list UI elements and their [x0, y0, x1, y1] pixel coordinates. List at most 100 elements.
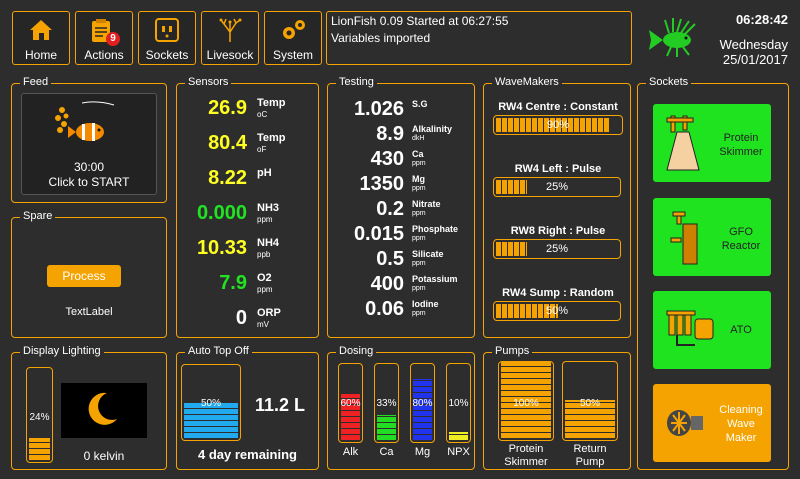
sensors-panel: Sensors 26.9 Temp oC 80.4 Temp oF 8.22 pH 0.000 N…: [176, 76, 319, 338]
socket-icon: [155, 18, 179, 42]
wavemaker-bar[interactable]: 25%: [493, 177, 621, 197]
sensor-unit: oC: [257, 110, 268, 119]
sensor-value: 8.22: [208, 167, 247, 189]
nav-sockets-label: Sockets: [145, 48, 189, 62]
dosing-bar-fill: [377, 414, 396, 440]
moon-tile: [61, 383, 147, 438]
pump-label: Return: [573, 443, 607, 455]
socket-gfo-reactor-button[interactable]: GFO Reactor: [653, 198, 771, 276]
test-value: 430: [370, 148, 404, 170]
feed-panel: Feed 30:00 Click to START: [11, 76, 167, 203]
sensor-unit: ppb: [257, 250, 271, 259]
wavemaker-label: RW4 Centre : Constant: [498, 101, 618, 113]
nav-sockets-button[interactable]: Sockets: [138, 11, 196, 65]
coral-icon: [219, 18, 242, 42]
wavemaker-bar-text: 25%: [545, 243, 569, 255]
clock-time: 06:28:42: [735, 12, 788, 27]
sockets-title: Sockets: [646, 76, 692, 88]
wavemaker-label: RW8 Right : Pulse: [510, 225, 606, 237]
nav-home-button[interactable]: Home: [12, 11, 70, 65]
test-name: Iodine: [412, 299, 439, 309]
test-name: Nitrate: [412, 199, 441, 209]
test-name: Mg: [412, 174, 425, 184]
wavemaker-bar-text: 25%: [545, 181, 569, 193]
nav-home-label: Home: [24, 48, 57, 62]
lighting-level-text: 24%: [29, 412, 50, 423]
wavemaker-bar[interactable]: 50%: [493, 301, 621, 321]
socket-label: Skimmer: [719, 146, 763, 158]
sensor-value: 7.9: [219, 272, 247, 294]
feed-action-label: Click to START: [48, 175, 130, 189]
sensors-title: Sensors: [185, 76, 232, 88]
dosing-label: Mg: [414, 446, 431, 458]
socket-label: Reactor: [721, 240, 761, 252]
test-name: Ca: [412, 149, 424, 159]
ato-icon: [666, 310, 714, 346]
nav-system-button[interactable]: System: [264, 11, 322, 65]
sensor-name: ORP: [257, 307, 281, 319]
socket-ato-button[interactable]: ATO: [653, 291, 771, 369]
sensor-name: Temp: [257, 132, 286, 144]
test-value: 0.2: [376, 198, 404, 220]
socket-label: GFO: [729, 226, 753, 238]
spare-text-label: TextLabel: [65, 306, 113, 318]
wavemaker-icon: [667, 410, 703, 436]
dosing-bar: 80%: [410, 363, 435, 443]
nav-livesock-button[interactable]: Livesock: [201, 11, 259, 65]
lighting-level-fill: [29, 438, 50, 460]
wavemaker-bar-text: 90%: [546, 119, 570, 131]
test-value: 0.06: [365, 298, 404, 320]
pump-bar-text: 100%: [513, 398, 539, 409]
sensor-value: 80.4: [208, 132, 247, 154]
feed-start-button[interactable]: 30:00 Click to START: [21, 93, 157, 195]
socket-label: Maker: [725, 432, 757, 444]
dosing-bar-text: 80%: [412, 398, 433, 409]
wavemakers-title: WaveMakers: [492, 76, 562, 88]
spare-title: Spare: [20, 210, 56, 222]
wavemaker-bar-text: 50%: [545, 305, 569, 317]
ato-level-bar: 50%: [181, 364, 241, 441]
reactor-icon: [670, 211, 698, 265]
log-line: Variables imported: [331, 31, 431, 45]
test-unit: ppm: [412, 285, 426, 292]
pumps-title: Pumps: [492, 345, 533, 357]
pump-label: Protein: [508, 443, 544, 455]
dosing-panel: Dosing 60% Alk 33% Ca 80% Mg 10% NPX: [327, 345, 475, 470]
sensor-value: 0: [235, 307, 247, 329]
sensor-unit: ppm: [257, 285, 273, 294]
socket-label: Wave: [727, 418, 755, 430]
test-value: 1350: [359, 173, 405, 195]
testing-panel: Testing 1.026 S.G 8.9 Alkalinity dkH 430 Ca ppm…: [327, 76, 475, 338]
log-line: LionFish 0.09 Started at 06:27:55: [331, 14, 509, 28]
dosing-bar: 33%: [374, 363, 399, 443]
test-unit: ppm: [412, 260, 426, 267]
socket-protein-skimmer-button[interactable]: Protein Skimmer: [653, 104, 771, 182]
home-icon: [30, 20, 52, 40]
sensor-unit: mV: [257, 320, 269, 329]
wavemaker-bar[interactable]: 25%: [493, 239, 621, 259]
socket-cleaning-wavemaker-button[interactable]: Cleaning Wave Maker: [653, 384, 771, 462]
sensor-name: NH4: [257, 237, 280, 249]
spare-panel: Spare Process TextLabel: [11, 210, 167, 338]
sensor-name: Temp: [257, 97, 286, 109]
dosing-bar: 60%: [338, 363, 363, 443]
test-name: Silicate: [412, 249, 444, 259]
test-unit: ppm: [412, 235, 426, 242]
nav-actions-button[interactable]: 9 Actions: [75, 11, 133, 65]
wavemaker-bar[interactable]: 90%: [493, 115, 623, 135]
dosing-label: NPX: [447, 446, 470, 458]
dosing-bar-fill: [413, 379, 432, 440]
lighting-title: Display Lighting: [20, 345, 104, 357]
test-name: S.G: [412, 99, 428, 109]
clownfish-icon: [55, 101, 115, 141]
lighting-level-bar: 24%: [26, 367, 53, 463]
pump-bar-text: 50%: [579, 398, 600, 409]
dosing-bar-text: 10%: [448, 398, 469, 409]
test-unit: ppm: [412, 210, 426, 217]
actions-badge: 9: [106, 32, 120, 46]
clock-date: 25/01/2017: [722, 52, 788, 67]
dosing-label: Alk: [342, 446, 359, 458]
process-button[interactable]: Process: [47, 265, 121, 287]
sensor-unit: ppm: [257, 215, 273, 224]
test-value: 8.9: [376, 123, 404, 145]
